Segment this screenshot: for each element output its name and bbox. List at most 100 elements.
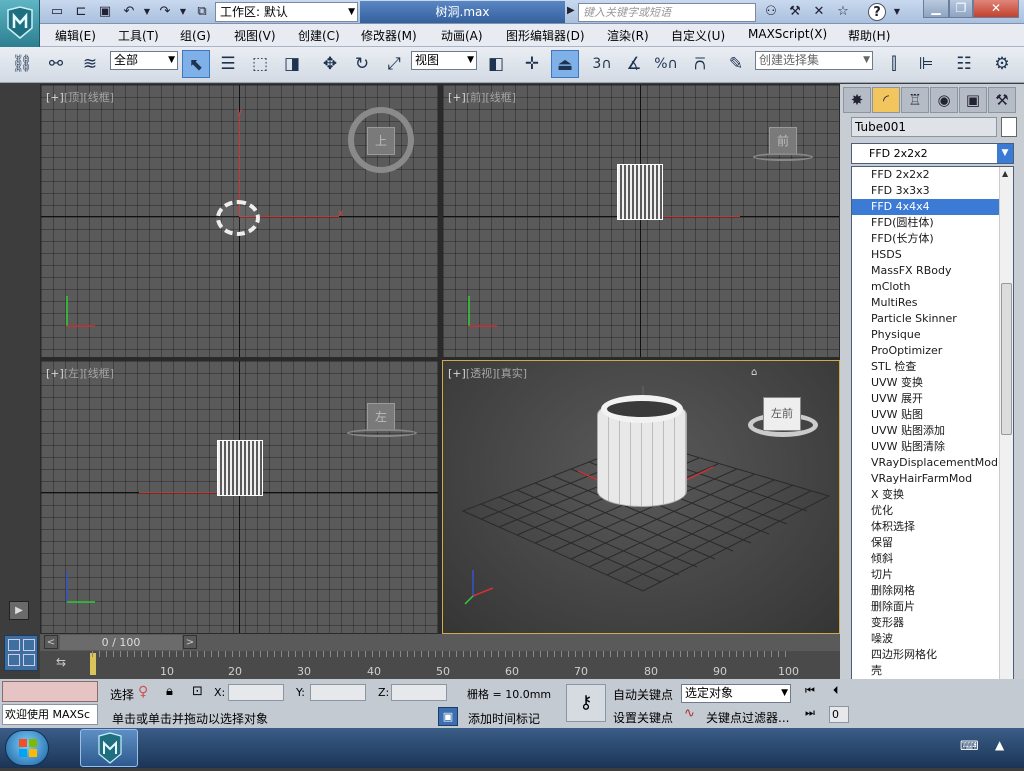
viewport-point-of-view[interactable]: [左] — [64, 367, 84, 380]
layer-manager-icon[interactable]: ☷ — [950, 50, 978, 78]
viewport-shading[interactable]: [线框] — [83, 91, 114, 104]
select-and-manipulate-icon[interactable]: ✛ — [518, 50, 546, 78]
track-bar[interactable]: ⇆ 10 20 30 40 50 60 70 80 90 100 — [40, 651, 840, 679]
viewport-menu[interactable]: [+] — [448, 91, 466, 104]
communication-center-icon[interactable]: ✕ — [810, 3, 828, 21]
viewport-left[interactable]: [+][左][线框] 左 — [40, 360, 439, 634]
modifier-list-item[interactable]: UVW 变换 — [852, 375, 1013, 391]
object-color-swatch[interactable] — [1001, 117, 1017, 137]
home-icon[interactable]: ⌂ — [751, 367, 757, 378]
select-object-icon[interactable]: ⬉ — [182, 50, 210, 78]
start-button[interactable] — [5, 730, 49, 766]
tube-object-top[interactable] — [216, 200, 260, 236]
wrench-icon[interactable]: ⚒ — [786, 3, 804, 21]
open-file-icon[interactable]: ⊏ — [72, 3, 90, 21]
bind-space-warp-icon[interactable]: ≋ — [76, 50, 104, 78]
x-coordinate-field[interactable] — [228, 684, 284, 701]
window-crossing-icon[interactable]: ◨ — [278, 50, 306, 78]
keyboard-shortcut-override-icon[interactable]: ⏏ — [551, 50, 579, 78]
rectangular-selection-icon[interactable]: ⬚ — [246, 50, 274, 78]
modifier-list-item[interactable]: MassFX RBody — [852, 263, 1013, 279]
select-and-scale-icon[interactable]: ⤢ — [380, 50, 408, 78]
previous-key-icon[interactable]: ⏴ — [833, 684, 839, 698]
spinner-snap-icon[interactable]: ⩃ — [686, 50, 714, 78]
angle-snap-icon[interactable]: ∡ — [620, 50, 648, 78]
tube-object-front[interactable] — [617, 164, 663, 220]
viewcube[interactable]: 左 — [367, 403, 395, 431]
keyboard-icon[interactable]: ⌨ — [960, 739, 979, 754]
modifier-list-item[interactable]: VRayHairFarmMod — [852, 471, 1013, 487]
modifier-list-item[interactable]: UVW 贴图 — [852, 407, 1013, 423]
viewport-top[interactable]: [+][顶][线框] x y 上 — [40, 84, 439, 358]
menu-modifiers[interactable]: 修改器(M) — [361, 27, 417, 44]
app-menu-button[interactable] — [0, 0, 40, 47]
search-input[interactable]: 键入关键字或短语 — [578, 3, 756, 22]
modifier-list-item[interactable]: 四边形网格化 — [852, 647, 1013, 663]
key-selection-dropdown[interactable]: 选定对象 ▼ — [681, 684, 791, 703]
modifier-list-item[interactable]: HSDS — [852, 247, 1013, 263]
modifier-list-item[interactable]: ProOptimizer — [852, 343, 1013, 359]
align-icon[interactable]: ⊫ — [912, 50, 940, 78]
modifier-list-item[interactable]: FFD(长方体) — [852, 231, 1013, 247]
modifier-list-dropdown[interactable]: FFD 2x2x2 ▼ — [851, 143, 1014, 164]
modifier-list-item[interactable]: MultiRes — [852, 295, 1013, 311]
menu-tools[interactable]: 工具(T) — [118, 27, 159, 44]
modifier-list-item[interactable]: STL 检查 — [852, 359, 1013, 375]
modifier-list-item[interactable]: UVW 展开 — [852, 391, 1013, 407]
modifier-list-item[interactable]: 优化 — [852, 503, 1013, 519]
percent-snap-icon[interactable]: %∩ — [652, 50, 680, 78]
modifier-list-item[interactable]: VRayDisplacementMod — [852, 455, 1013, 471]
modifier-list-item[interactable]: 变形器 — [852, 615, 1013, 631]
maxscript-listener-pink[interactable] — [2, 681, 98, 702]
undo-dropdown-icon[interactable]: ▼ — [138, 3, 156, 21]
modifier-list-scrollbar[interactable] — [999, 167, 1013, 713]
taskbar-3dsmax-button[interactable] — [80, 729, 138, 767]
menu-animation[interactable]: 动画(A) — [441, 27, 483, 44]
render-setup-icon[interactable]: ⚙ — [988, 50, 1016, 78]
play-arrow-icon[interactable]: ▶ — [567, 5, 575, 16]
modifier-list-item[interactable]: 切片 — [852, 567, 1013, 583]
close-button[interactable]: ✕ — [973, 0, 1019, 18]
z-coordinate-field[interactable] — [391, 684, 447, 701]
viewport-perspective[interactable]: [+][透视][真实] 左前 ⌂ — [442, 360, 840, 634]
select-and-move-icon[interactable]: ✥ — [316, 50, 344, 78]
modifier-list-item[interactable]: 删除面片 — [852, 599, 1013, 615]
project-folder-icon[interactable]: ⧉ — [193, 3, 211, 21]
viewport-menu[interactable]: [+] — [46, 367, 64, 380]
viewport-layout-icon[interactable] — [4, 635, 38, 671]
modifier-list-item[interactable]: mCloth — [852, 279, 1013, 295]
isolate-selection-icon[interactable]: ♀ — [138, 684, 148, 700]
motion-tab-icon[interactable]: ◉ — [930, 87, 958, 113]
maxscript-mini-listener[interactable]: 欢迎使用 MAXSc — [2, 704, 98, 725]
viewport-label[interactable]: [+][左][线框] — [46, 365, 114, 381]
reference-coordinate-dropdown[interactable]: 视图 ▼ — [411, 51, 477, 70]
modifier-list-item[interactable]: UVW 贴图添加 — [852, 423, 1013, 439]
time-slider[interactable]: < 0 / 100 > — [40, 634, 840, 651]
help-icon[interactable]: ? — [868, 3, 886, 21]
utilities-tab-icon[interactable]: ⚒ — [988, 87, 1016, 113]
selection-lock-icon[interactable]: 🔒︎ — [166, 684, 173, 699]
edit-named-selection-icon[interactable]: ✎ — [722, 50, 750, 78]
mirror-icon[interactable]: ⫿ — [880, 50, 908, 78]
viewcube[interactable]: 左前 — [763, 397, 801, 431]
maximize-button[interactable]: ❐ — [949, 0, 973, 18]
menu-edit[interactable]: 编辑(E) — [55, 27, 96, 44]
absolute-mode-icon[interactable]: ⊡ — [192, 684, 203, 699]
select-and-rotate-icon[interactable]: ↻ — [348, 50, 376, 78]
modifier-list-item[interactable]: X 变换 — [852, 487, 1013, 503]
set-key-mode-key-icon[interactable]: ⚷ — [566, 684, 606, 722]
viewport-point-of-view[interactable]: [前] — [466, 91, 486, 104]
viewport-front[interactable]: [+][前][线框] 前 — [442, 84, 840, 358]
scrollbar-thumb[interactable] — [1001, 283, 1012, 435]
viewcube-ring[interactable] — [347, 429, 417, 437]
object-name-field[interactable]: Tube001 — [851, 117, 997, 137]
viewport-label[interactable]: [+][前][线框] — [448, 89, 516, 105]
save-file-icon[interactable]: ▣ — [96, 3, 114, 21]
modifier-list-item[interactable]: Physique — [852, 327, 1013, 343]
next-frame-icon[interactable]: > — [183, 635, 197, 649]
viewport-point-of-view[interactable]: [顶] — [64, 91, 84, 104]
y-coordinate-field[interactable] — [310, 684, 366, 701]
time-tag-icon[interactable]: ▣ — [438, 707, 458, 726]
chevron-down-icon[interactable]: ▼ — [997, 144, 1013, 163]
modifier-list-item[interactable]: 倾斜 — [852, 551, 1013, 567]
